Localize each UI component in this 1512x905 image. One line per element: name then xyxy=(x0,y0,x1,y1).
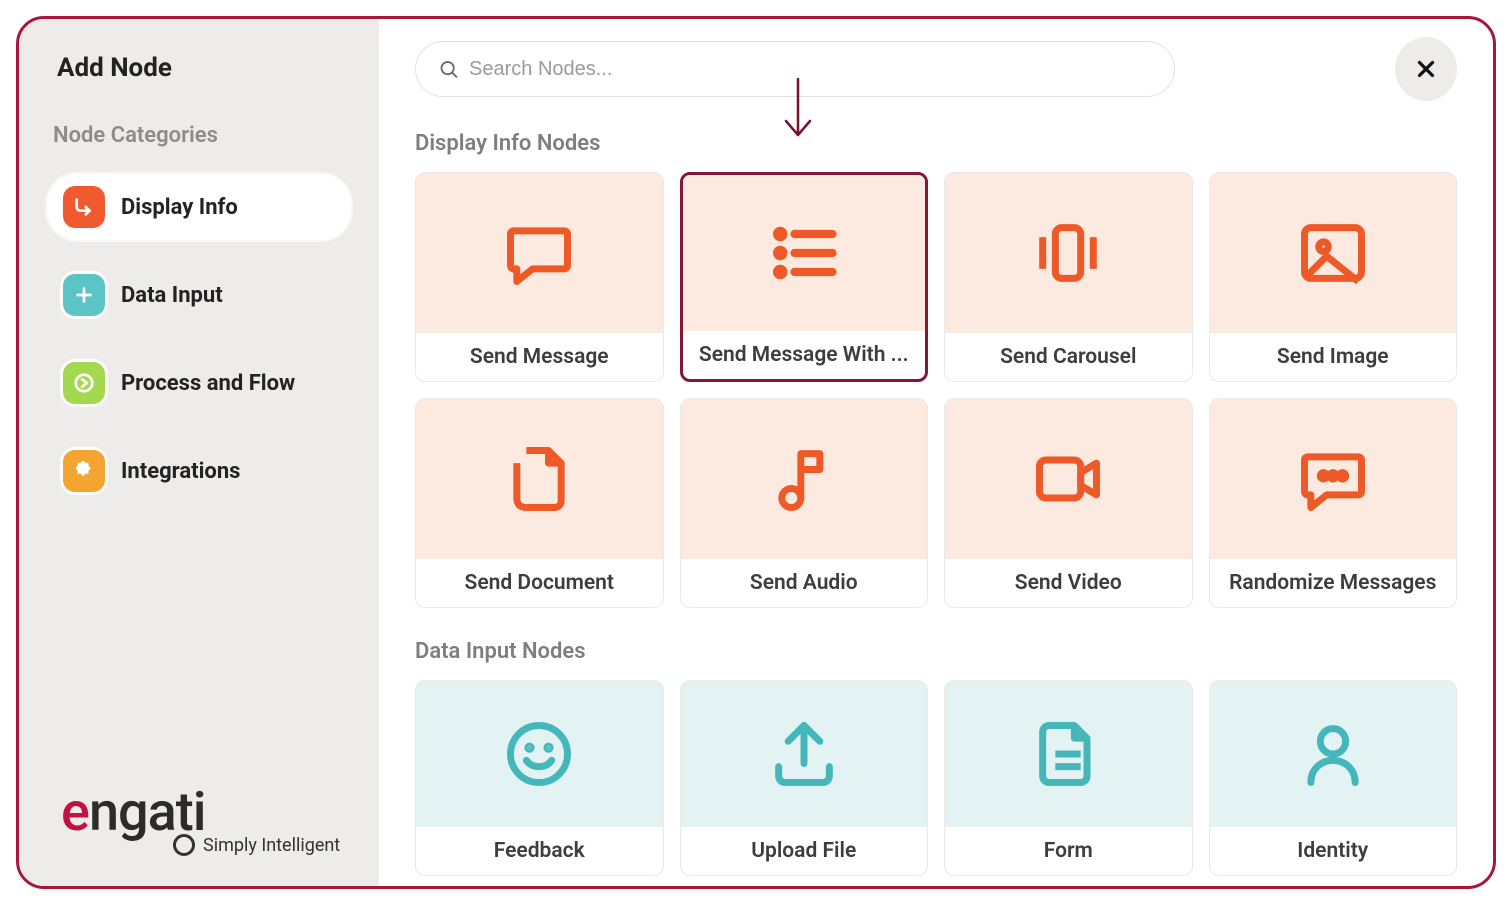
close-button[interactable] xyxy=(1395,37,1457,101)
node-label: Identity xyxy=(1210,827,1457,875)
node-send-message-with-options[interactable]: Send Message With ... xyxy=(680,172,929,382)
category-data-input[interactable]: Data Input xyxy=(47,262,351,328)
annotation-arrow-icon xyxy=(779,77,817,139)
node-send-document[interactable]: Send Document xyxy=(415,398,664,608)
node-form[interactable]: Form xyxy=(944,680,1193,876)
node-label: Send Message xyxy=(416,333,663,381)
node-randomize-messages[interactable]: Randomize Messages xyxy=(1209,398,1458,608)
logo-tagline: Simply Intelligent xyxy=(203,835,340,856)
section-title-display-info: Display Info Nodes xyxy=(415,131,1457,156)
data-input-grid: Feedback Upload File Form Identity xyxy=(415,680,1457,876)
puzzle-icon xyxy=(63,450,105,492)
sidebar-title: Add Node xyxy=(57,53,351,83)
document-icon xyxy=(501,441,577,517)
brand-logo: engati Simply Intelligent xyxy=(61,781,340,856)
categories-heading: Node Categories xyxy=(53,123,351,148)
node-identity[interactable]: Identity xyxy=(1209,680,1458,876)
category-display-info[interactable]: Display Info xyxy=(47,174,351,240)
category-label: Process and Flow xyxy=(121,371,295,396)
smile-icon xyxy=(501,716,577,792)
arrow-right-icon xyxy=(63,362,105,404)
category-process-flow[interactable]: Process and Flow xyxy=(47,350,351,416)
list-icon xyxy=(766,215,842,291)
category-integrations[interactable]: Integrations xyxy=(47,438,351,504)
music-note-icon xyxy=(766,441,842,517)
form-icon xyxy=(1030,716,1106,792)
node-send-message[interactable]: Send Message xyxy=(415,172,664,382)
node-feedback[interactable]: Feedback xyxy=(415,680,664,876)
ellipsis-message-icon xyxy=(1295,441,1371,517)
message-icon xyxy=(501,215,577,291)
node-label: Send Carousel xyxy=(945,333,1192,381)
category-label: Data Input xyxy=(121,283,223,308)
node-label: Send Document xyxy=(416,559,663,607)
node-label: Form xyxy=(945,827,1192,875)
category-label: Display Info xyxy=(121,195,238,220)
category-label: Integrations xyxy=(121,459,240,484)
app-frame: Add Node Node Categories Display Info Da… xyxy=(16,16,1496,889)
node-label: Upload File xyxy=(681,827,928,875)
node-send-audio[interactable]: Send Audio xyxy=(680,398,929,608)
upload-icon xyxy=(766,716,842,792)
corner-down-icon xyxy=(63,186,105,228)
plus-icon xyxy=(63,274,105,316)
user-icon xyxy=(1295,716,1371,792)
node-label: Send Video xyxy=(945,559,1192,607)
display-info-grid: Send Message Send Message With ... Send … xyxy=(415,172,1457,608)
image-icon xyxy=(1295,215,1371,291)
section-title-data-input: Data Input Nodes xyxy=(415,639,1457,664)
carousel-icon xyxy=(1030,215,1106,291)
main-panel: Display Info Nodes Send Message Send Mes… xyxy=(379,19,1493,886)
node-send-video[interactable]: Send Video xyxy=(944,398,1193,608)
node-send-carousel[interactable]: Send Carousel xyxy=(944,172,1193,382)
search-icon xyxy=(438,58,459,80)
close-icon xyxy=(1413,56,1439,82)
node-label: Send Message With ... xyxy=(683,331,926,379)
node-label: Send Image xyxy=(1210,333,1457,381)
node-upload-file[interactable]: Upload File xyxy=(680,680,929,876)
node-label: Send Audio xyxy=(681,559,928,607)
video-icon xyxy=(1030,441,1106,517)
sidebar: Add Node Node Categories Display Info Da… xyxy=(19,19,379,886)
node-send-image[interactable]: Send Image xyxy=(1209,172,1458,382)
node-label: Feedback xyxy=(416,827,663,875)
node-label: Randomize Messages xyxy=(1210,559,1457,607)
